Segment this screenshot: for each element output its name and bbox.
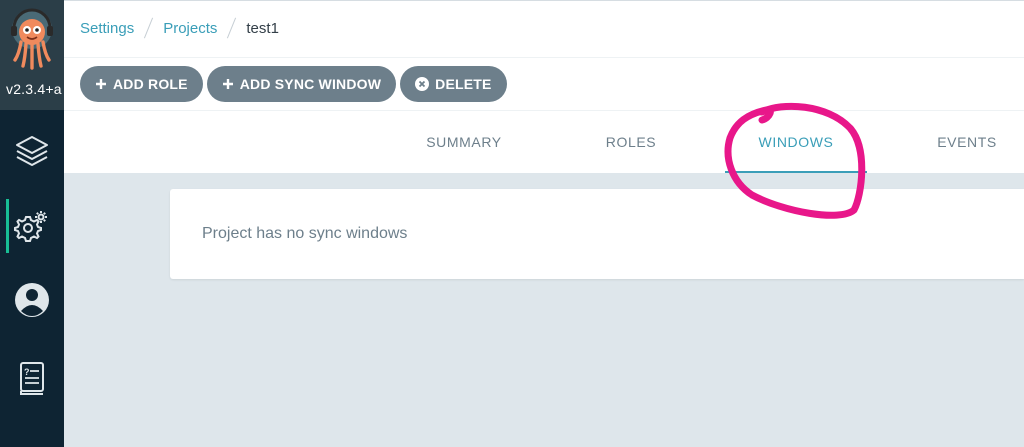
tab-windows[interactable]: WINDOWS: [725, 111, 867, 173]
book-icon: ?: [20, 362, 44, 395]
divider: [64, 57, 1024, 58]
sidebar-item-applications[interactable]: [0, 121, 64, 181]
breadcrumb-separator: [144, 17, 154, 39]
delete-button[interactable]: DELETE: [400, 66, 507, 102]
breadcrumb-separator: [227, 17, 237, 39]
gear-icon: [14, 211, 47, 242]
breadcrumb-projects[interactable]: Projects: [163, 20, 217, 37]
sidebar: v2.3.4+a ?: [0, 0, 64, 447]
sidebar-item-user-info[interactable]: [0, 270, 64, 330]
main-header: Settings Projects test1 ADD ROLE ADD SYN…: [64, 0, 1024, 173]
breadcrumb-current: test1: [246, 19, 279, 37]
empty-state-message: Project has no sync windows: [202, 225, 408, 242]
user-circle-icon: [15, 283, 49, 317]
toolbar: ADD ROLE ADD SYNC WINDOW DELETE: [80, 66, 507, 102]
sidebar-item-settings[interactable]: [0, 196, 64, 256]
sidebar-header: v2.3.4+a: [0, 0, 64, 110]
add-role-label: ADD ROLE: [113, 76, 188, 92]
breadcrumb: Settings Projects test1: [80, 1, 279, 55]
sync-windows-panel: Project has no sync windows: [170, 189, 1024, 279]
sidebar-item-documentation[interactable]: ?: [0, 348, 64, 408]
close-circle-icon: [415, 77, 430, 91]
tab-events[interactable]: EVENTS: [916, 111, 1018, 173]
plus-icon: [222, 78, 234, 90]
add-sync-window-button[interactable]: ADD SYNC WINDOW: [206, 66, 397, 102]
version-label: v2.3.4+a: [6, 81, 62, 97]
argo-logo[interactable]: [9, 8, 55, 78]
add-sync-window-label: ADD SYNC WINDOW: [239, 76, 382, 92]
tab-roles[interactable]: ROLES: [584, 111, 678, 173]
layers-icon: [16, 136, 48, 166]
tab-summary[interactable]: SUMMARY: [410, 111, 518, 173]
tab-bar: SUMMARY ROLES WINDOWS EVENTS: [64, 111, 1024, 173]
svg-text:?: ?: [24, 367, 30, 377]
plus-icon: [95, 78, 107, 90]
add-role-button[interactable]: ADD ROLE: [80, 66, 203, 102]
delete-label: DELETE: [435, 76, 492, 92]
breadcrumb-settings[interactable]: Settings: [80, 20, 134, 37]
